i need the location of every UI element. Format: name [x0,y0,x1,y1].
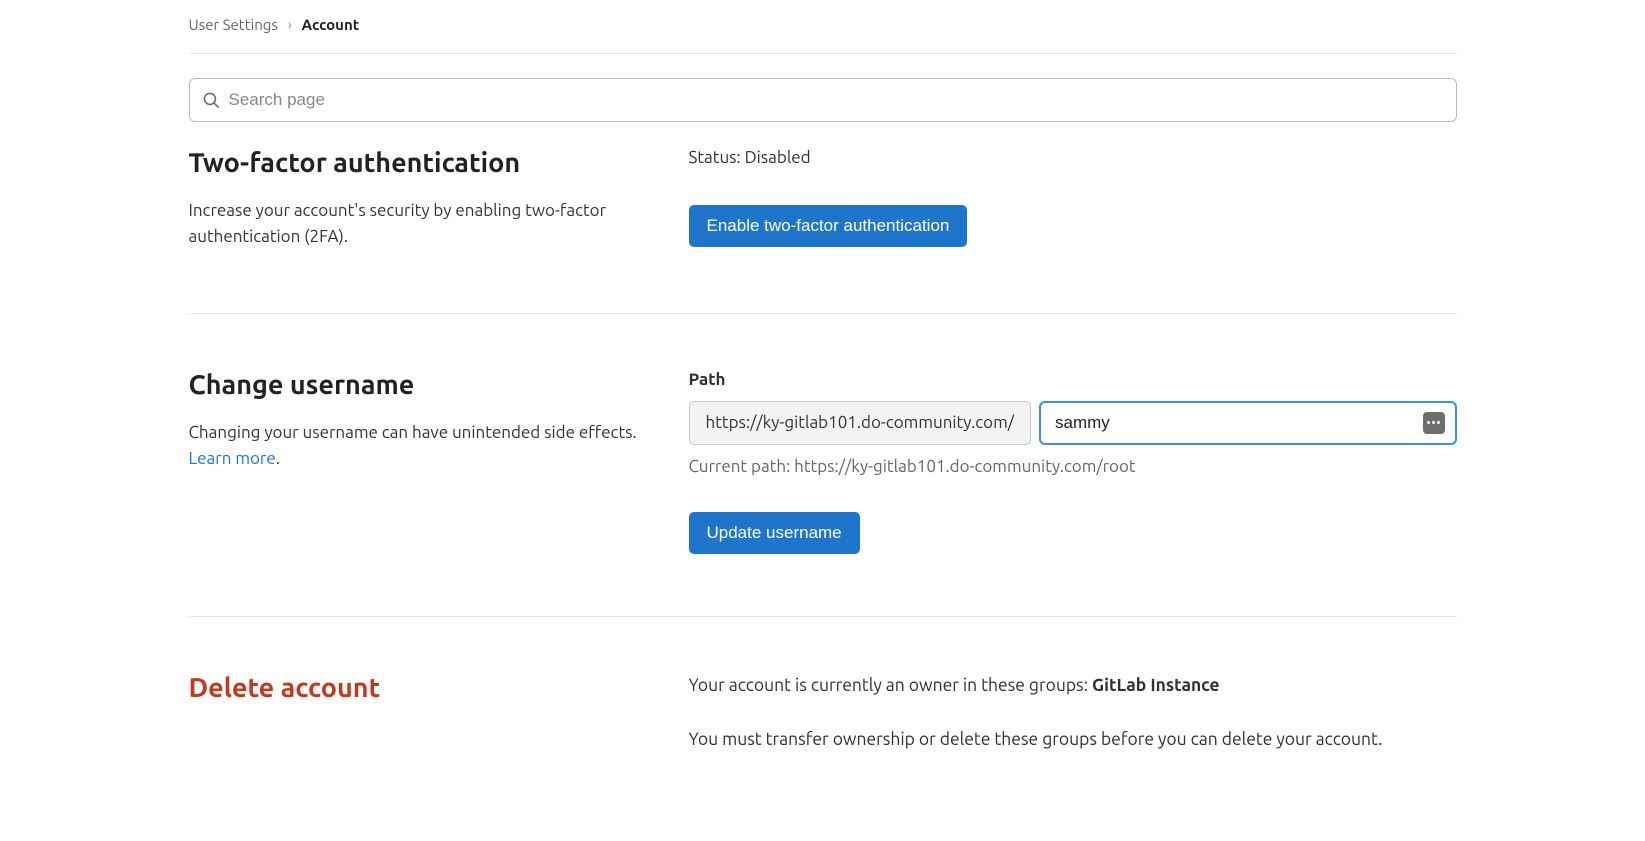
learn-more-link[interactable]: Learn more [189,449,276,468]
username-input-wrap[interactable] [1039,401,1456,445]
delete-account-section: Delete account Your account is currently… [189,673,1457,830]
divider [189,313,1457,314]
delete-account-instruction: You must transfer ownership or delete th… [689,727,1457,753]
password-manager-icon[interactable] [1423,412,1445,434]
search-input[interactable] [229,90,1444,110]
change-username-section: Change username Changing your username c… [189,370,1457,602]
divider [189,53,1457,54]
owner-group-name: GitLab Instance [1092,676,1220,695]
breadcrumb-parent[interactable]: User Settings [189,16,278,33]
username-input[interactable] [1041,403,1454,443]
breadcrumb-current: Account [302,16,360,33]
search-page-field[interactable] [189,78,1457,122]
change-username-heading: Change username [189,370,649,400]
update-username-button[interactable]: Update username [689,512,860,554]
breadcrumb: User Settings › Account [189,12,1457,53]
current-path-hint: Current path: https://ky-gitlab101.do-co… [689,457,1457,476]
delete-account-heading: Delete account [189,673,649,703]
change-username-description: Changing your username can have unintend… [189,420,649,473]
two-factor-description: Increase your account's security by enab… [189,198,649,251]
enable-two-factor-button[interactable]: Enable two-factor authentication [689,205,968,247]
two-factor-section: Two-factor authentication Increase your … [189,148,1457,299]
delete-account-owner-notice: Your account is currently an owner in th… [689,673,1457,699]
two-factor-heading: Two-factor authentication [189,148,649,178]
chevron-right-icon: › [288,18,292,32]
two-factor-status: Status: Disabled [689,148,1457,167]
divider [189,616,1457,617]
search-icon [202,91,221,110]
path-label: Path [689,370,1457,389]
path-prefix: https://ky-gitlab101.do-community.com/ [689,401,1032,445]
